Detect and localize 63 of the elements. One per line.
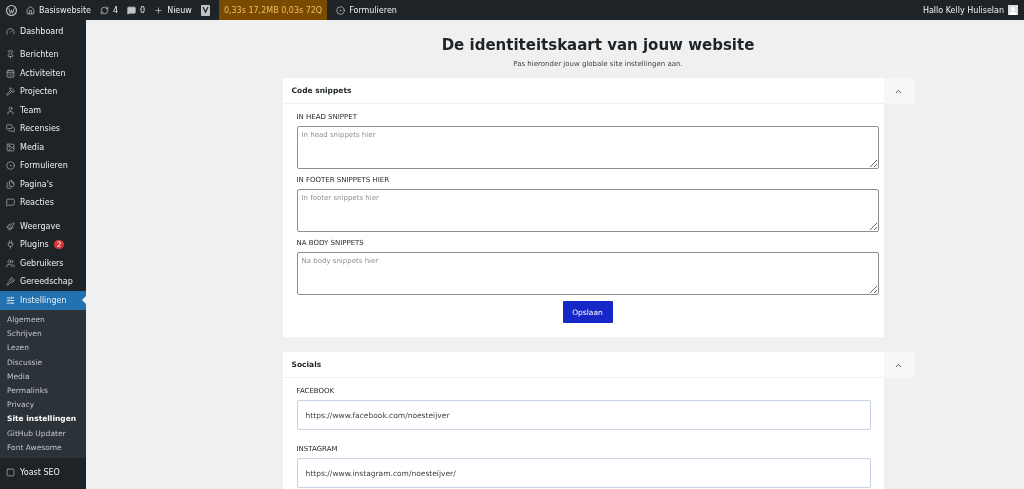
plus-icon [154,5,164,15]
sidebar-item-label: Gebruikers [20,258,64,268]
avatar-icon [1008,5,1018,15]
refresh-icon [99,5,109,15]
house-icon [26,5,35,15]
sidebar-item-label: Formulieren [20,161,68,171]
sidebar-item[interactable]: Team [0,101,86,120]
sidebar-item-label: Recensies [20,124,60,134]
sidebar-item-label: Media [20,142,45,152]
forms-link[interactable]: Formulieren [336,5,397,15]
sidebar-item-label: Weergave [20,221,61,231]
plug-icon [6,240,15,250]
sidebar-item[interactable]: Projecten [0,82,86,101]
sidebar-item[interactable]: Yoast SEO [0,463,86,482]
calendar-icon [6,68,15,78]
sidebar-item[interactable]: Dashboard [0,22,86,41]
collapse-toggle[interactable] [883,78,914,104]
dashboard-icon [6,26,15,36]
form-icon [6,161,15,171]
pages-icon [6,179,15,189]
chat-bubbles-icon [6,124,15,134]
wrench-icon [6,277,15,287]
sidebar-item-label: Gereedschap [20,277,73,287]
page-title: De identiteitskaart van jouw website [441,36,755,54]
comment-icon [127,5,137,15]
paintbrush-icon [6,221,15,231]
sidebar-item[interactable]: Activiteiten [0,64,86,83]
sidebar-item-label: Activiteiten [20,68,66,78]
person-icon [6,105,15,115]
sidebar-item-label: Reacties [20,198,54,208]
sidebar-item[interactable]: Recensies [0,119,86,138]
settings-icon [6,295,15,305]
collapse-toggle[interactable] [883,352,914,378]
updates-link[interactable]: 4 [99,5,119,15]
sidebar-item-label: Yoast SEO [20,468,60,478]
sidebar-item-label: Team [20,105,42,115]
sidebar-item-label: Berichten [20,50,59,60]
sidebar-item[interactable]: Media [0,138,86,157]
sidebar-item-label: Dashboard [20,26,64,36]
new-link[interactable]: Nieuw [154,5,192,15]
sidebar-item[interactable]: Pagina's [0,175,86,194]
sidebar-item[interactable]: Berichten [0,45,86,64]
comment-icon [6,198,15,208]
sidebar-item[interactable]: Gebruikers [0,254,86,273]
sidebar-item[interactable]: Reacties [0,193,86,212]
hammer-icon [6,87,15,97]
sidebar-item-label: Pagina's [20,179,53,189]
pin-icon [6,50,15,60]
users-icon [6,258,15,268]
sidebar-item-label: Plugins [20,240,49,250]
wordpress-logo-icon[interactable] [6,4,17,16]
form-icon [336,5,346,15]
site-name-link[interactable]: Basiswebsite [26,5,91,15]
query-monitor-stats[interactable]: 0,33s 17,2MB 0,03s 72Q [218,0,328,20]
sidebar-item[interactable]: Formulieren [0,156,86,175]
image-icon [6,142,15,152]
sidebar-item[interactable]: Instellingen [0,291,86,310]
sidebar-item[interactable]: Gereedschap [0,272,86,291]
sidebar-item-label: Projecten [20,87,58,97]
comments-link[interactable]: 0 [127,5,146,15]
account-link[interactable]: Hallo Kelly Huliselan [922,5,1018,15]
sidebar-item[interactable]: Weergave [0,217,86,236]
sidebar-item-label: Instellingen [20,295,67,305]
